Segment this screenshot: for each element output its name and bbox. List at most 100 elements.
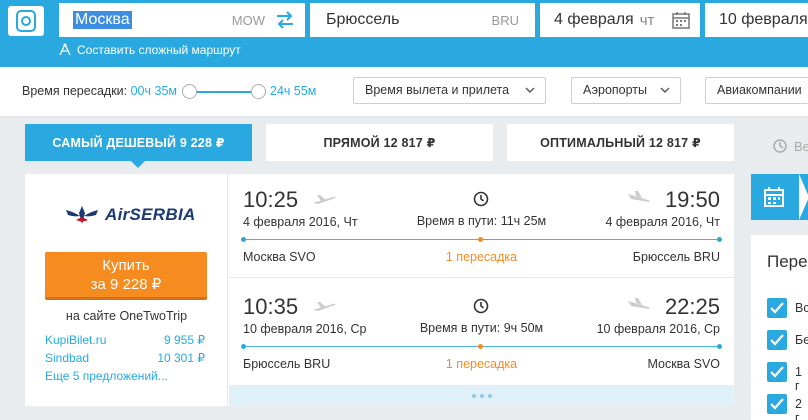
alt-offer-name[interactable]: Sindbad xyxy=(45,351,89,365)
transfer-dot xyxy=(478,344,483,349)
checkbox-label: Бе xyxy=(795,333,808,347)
arrival-airport: Москва SVO xyxy=(647,357,720,371)
complex-route-link[interactable]: Составить сложный маршрут xyxy=(58,43,241,57)
departure-arrival-dropdown[interactable]: Время вылета и прилета xyxy=(353,77,546,104)
origin-field[interactable]: Москва MOW xyxy=(59,3,305,37)
airports-label: Аэропорты xyxy=(583,83,648,97)
transfer-max: 24ч 55м xyxy=(270,84,317,98)
departure-airport: Брюссель BRU xyxy=(243,357,331,371)
arrival-date: 10 февраля 2016, Ср xyxy=(596,322,720,336)
calendar-arrow xyxy=(799,174,808,220)
arrival-airport: Брюссель BRU xyxy=(632,250,720,264)
alt-offer-price: 10 301 ₽ xyxy=(157,351,205,365)
checkbox-label: Вс xyxy=(795,301,808,315)
tab-direct[interactable]: ПРЯМОЙ 12 817 ₽ xyxy=(266,124,493,161)
route-start-dot xyxy=(241,237,246,242)
stops-count: 1 пересадка xyxy=(445,357,518,371)
destination-city[interactable]: Брюссель xyxy=(326,11,399,29)
landing-icon xyxy=(628,298,650,309)
slider-max-handle[interactable] xyxy=(251,84,266,99)
ellipsis-dot xyxy=(471,393,476,398)
depart-date: 4 февраля xyxy=(554,11,634,28)
departure-time: 10:35 xyxy=(243,294,299,319)
airlines-dropdown[interactable]: Авиакомпании xyxy=(705,77,808,104)
clock-icon xyxy=(473,191,489,207)
checkbox-label: 1 г xyxy=(795,365,802,393)
logo-icon[interactable] xyxy=(8,6,44,36)
chevron-down-icon xyxy=(660,87,670,93)
checkbox-all[interactable] xyxy=(767,298,787,318)
return-date: 10 февраля xyxy=(719,11,808,28)
transfer-min: 00ч 35м xyxy=(130,84,177,98)
departure-date: 10 февраля 2016, Ср xyxy=(243,322,367,336)
checkbox-one-stop[interactable] xyxy=(767,362,787,382)
buy-button[interactable]: Купить за 9 228 ₽ xyxy=(45,252,207,300)
tab-cheapest-label: САМЫЙ ДЕШЕВЫЙ 9 228 ₽ xyxy=(52,136,225,150)
history-label: Ве xyxy=(794,138,808,154)
flight-leg-outbound[interactable]: 10:25 4 февраля 2016, Чт Время в пути: 1… xyxy=(229,174,734,278)
destination-code: BRU xyxy=(491,12,519,28)
history-icon xyxy=(773,139,787,153)
origin-city[interactable]: Москва xyxy=(73,11,132,29)
airline-logo: AirSERBIA xyxy=(65,204,196,226)
takeoff-icon xyxy=(313,302,336,311)
alt-offer[interactable]: KupiBilet.ru 9 955 ₽ xyxy=(45,333,205,347)
route-end-dot xyxy=(717,237,722,242)
transfers-filter-panel: Пере Вс Бе 1 г 2 г xyxy=(751,235,808,420)
ellipsis-dot xyxy=(487,393,492,398)
flight-leg-return[interactable]: 10:35 10 февраля 2016, Ср Время в пути: … xyxy=(229,281,734,385)
route-icon xyxy=(59,43,71,56)
return-date-field[interactable]: 10 февраля xyxy=(705,3,808,37)
arrival-date: 4 февраля 2016, Чт xyxy=(605,215,720,229)
swap-icon[interactable] xyxy=(273,8,297,32)
complex-route-label: Составить сложный маршрут xyxy=(77,43,241,57)
tab-optimal[interactable]: ОПТИМАЛЬНЫЙ 12 817 ₽ xyxy=(507,124,734,161)
airports-dropdown[interactable]: Аэропорты xyxy=(571,77,681,104)
ellipsis-dot xyxy=(479,393,484,398)
transfer-filter: Время пересадки: 00ч 35м xyxy=(22,84,177,98)
price-calendar-button[interactable] xyxy=(751,174,808,220)
slider-min-handle[interactable] xyxy=(182,84,197,99)
transfer-dot xyxy=(478,237,483,242)
clock-icon xyxy=(473,298,489,314)
checkbox-direct[interactable] xyxy=(767,330,787,350)
depart-weekday: чт xyxy=(639,11,655,29)
history-link[interactable]: Ве xyxy=(772,138,808,154)
seller-site: на сайте OneTwoTrip xyxy=(65,309,188,323)
alt-offer-price: 9 955 ₽ xyxy=(164,333,205,347)
offer-panel: AirSERBIA Купить за 9 228 ₽ на сайте One… xyxy=(25,174,228,406)
expand-details-button[interactable] xyxy=(229,385,734,406)
checkbox-two-stops[interactable] xyxy=(767,394,787,414)
destination-field[interactable]: Брюссель BRU xyxy=(310,3,535,37)
airline-name: AirSERBIA xyxy=(105,205,196,224)
more-offers-link[interactable]: Еще 5 предложений... xyxy=(45,369,205,383)
chevron-down-icon xyxy=(525,87,535,93)
route-end-dot xyxy=(717,344,722,349)
search-bar: Москва MOW Брюссель BRU 4 февраля чт 10 … xyxy=(0,0,808,67)
alt-offer-name[interactable]: KupiBilet.ru xyxy=(45,333,106,347)
route-line xyxy=(241,344,722,349)
departure-airport: Москва SVO xyxy=(243,250,316,264)
depart-date-field[interactable]: 4 февраля чт xyxy=(540,3,700,37)
airlines-label: Авиакомпании xyxy=(717,83,802,97)
airline-emblem-icon xyxy=(66,206,98,224)
calendar-icon[interactable] xyxy=(672,11,690,29)
alt-offer[interactable]: Sindbad 10 301 ₽ xyxy=(45,351,205,365)
flight-duration: Время в пути: 9ч 50м xyxy=(419,321,544,335)
takeoff-icon xyxy=(313,195,336,204)
tab-direct-label: ПРЯМОЙ 12 817 ₽ xyxy=(323,136,436,150)
route-start-dot xyxy=(241,344,246,349)
stops-count: 1 пересадка xyxy=(445,250,518,264)
filters-bar: Время пересадки: 00ч 35м 24ч 55м Время в… xyxy=(0,67,808,117)
route-line xyxy=(241,237,722,242)
calendar-icon xyxy=(764,187,784,207)
transfer-slider[interactable] xyxy=(182,84,266,99)
tab-pointer xyxy=(131,161,145,168)
tab-optimal-label: ОПТИМАЛЬНЫЙ 12 817 ₽ xyxy=(540,136,701,150)
arrival-time: 19:50 xyxy=(664,187,720,212)
buy-label: Купить xyxy=(102,257,150,274)
departure-date: 4 февраля 2016, Чт xyxy=(243,215,358,229)
arrival-time: 22:25 xyxy=(664,294,720,319)
tab-cheapest[interactable]: САМЫЙ ДЕШЕВЫЙ 9 228 ₽ xyxy=(25,124,252,168)
checkbox-label: 2 г xyxy=(795,397,802,420)
